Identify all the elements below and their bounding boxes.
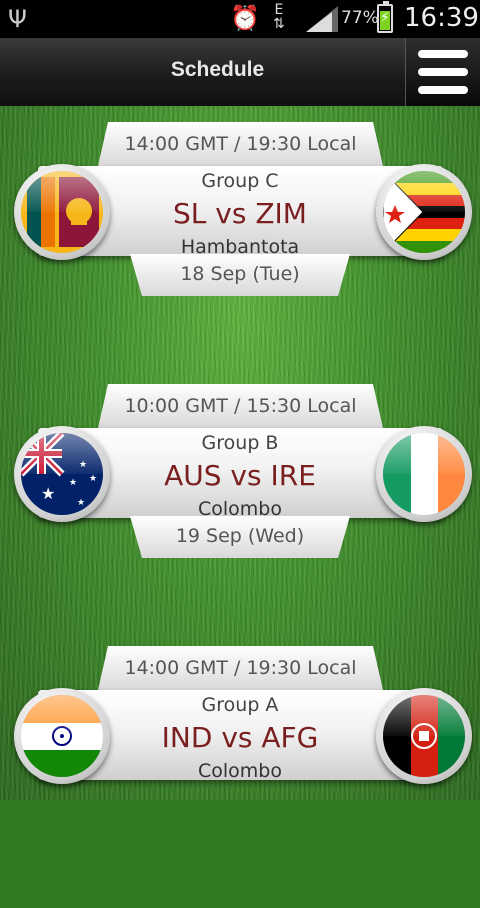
svg-text:★: ★ bbox=[41, 484, 55, 503]
zimbabwe-flag-icon bbox=[383, 171, 465, 253]
status-time: 16:39 bbox=[404, 3, 479, 33]
alarm-icon: ⏰ bbox=[230, 4, 260, 32]
hamburger-menu-icon-bar bbox=[418, 68, 468, 76]
match-time: 14:00 GMT / 19:30 Local bbox=[98, 122, 383, 166]
match-card[interactable]: 10:00 GMT / 15:30 Local 19 Sep (Wed) Gro… bbox=[0, 384, 480, 646]
charging-bolt-icon: ⚡ bbox=[380, 10, 390, 26]
india-flag-icon bbox=[21, 695, 103, 777]
battery-percent: 77% bbox=[341, 8, 379, 28]
hamburger-menu-icon bbox=[418, 50, 468, 58]
match-date: 19 Sep (Wed) bbox=[130, 516, 350, 558]
match-time: 14:00 GMT / 19:30 Local bbox=[98, 646, 383, 690]
match-card[interactable]: 14:00 GMT / 19:30 Local 18 Sep (Tue) Gro… bbox=[0, 122, 480, 384]
team-flag-right bbox=[376, 688, 472, 784]
data-arrows-icon: ⇅ bbox=[273, 16, 285, 32]
hamburger-menu-icon-bar bbox=[418, 86, 468, 94]
team-flag-left: ★ ★ ★ ★ ★ bbox=[14, 426, 110, 522]
page-title: Schedule bbox=[170, 58, 265, 81]
team-flag-left bbox=[14, 164, 110, 260]
battery-icon: ⚡ bbox=[377, 1, 393, 33]
svg-text:★: ★ bbox=[89, 474, 97, 484]
australia-flag-icon: ★ ★ ★ ★ ★ bbox=[21, 433, 103, 515]
status-bar: Ψ ⏰ E ⇅ 77% ⚡ 16:39 bbox=[0, 0, 480, 38]
usb-icon: Ψ bbox=[8, 5, 27, 33]
match-time: 10:00 GMT / 15:30 Local bbox=[98, 384, 383, 428]
match-card[interactable]: 14:00 GMT / 19:30 Local Group A IND vs A… bbox=[0, 646, 480, 908]
svg-text:★: ★ bbox=[77, 498, 85, 508]
team-flag-left bbox=[14, 688, 110, 784]
sri-lanka-flag-icon bbox=[21, 171, 103, 253]
svg-text:★: ★ bbox=[79, 460, 87, 470]
signal-strength-icon bbox=[306, 6, 338, 32]
team-flag-right bbox=[376, 426, 472, 522]
match-date: 18 Sep (Tue) bbox=[130, 254, 350, 296]
menu-button[interactable] bbox=[405, 38, 480, 106]
team-flag-right bbox=[376, 164, 472, 260]
ireland-flag-icon bbox=[383, 433, 465, 515]
afghanistan-flag-icon bbox=[383, 695, 465, 777]
svg-text:★: ★ bbox=[69, 478, 77, 488]
network-indicator: E ⇅ bbox=[273, 3, 285, 31]
